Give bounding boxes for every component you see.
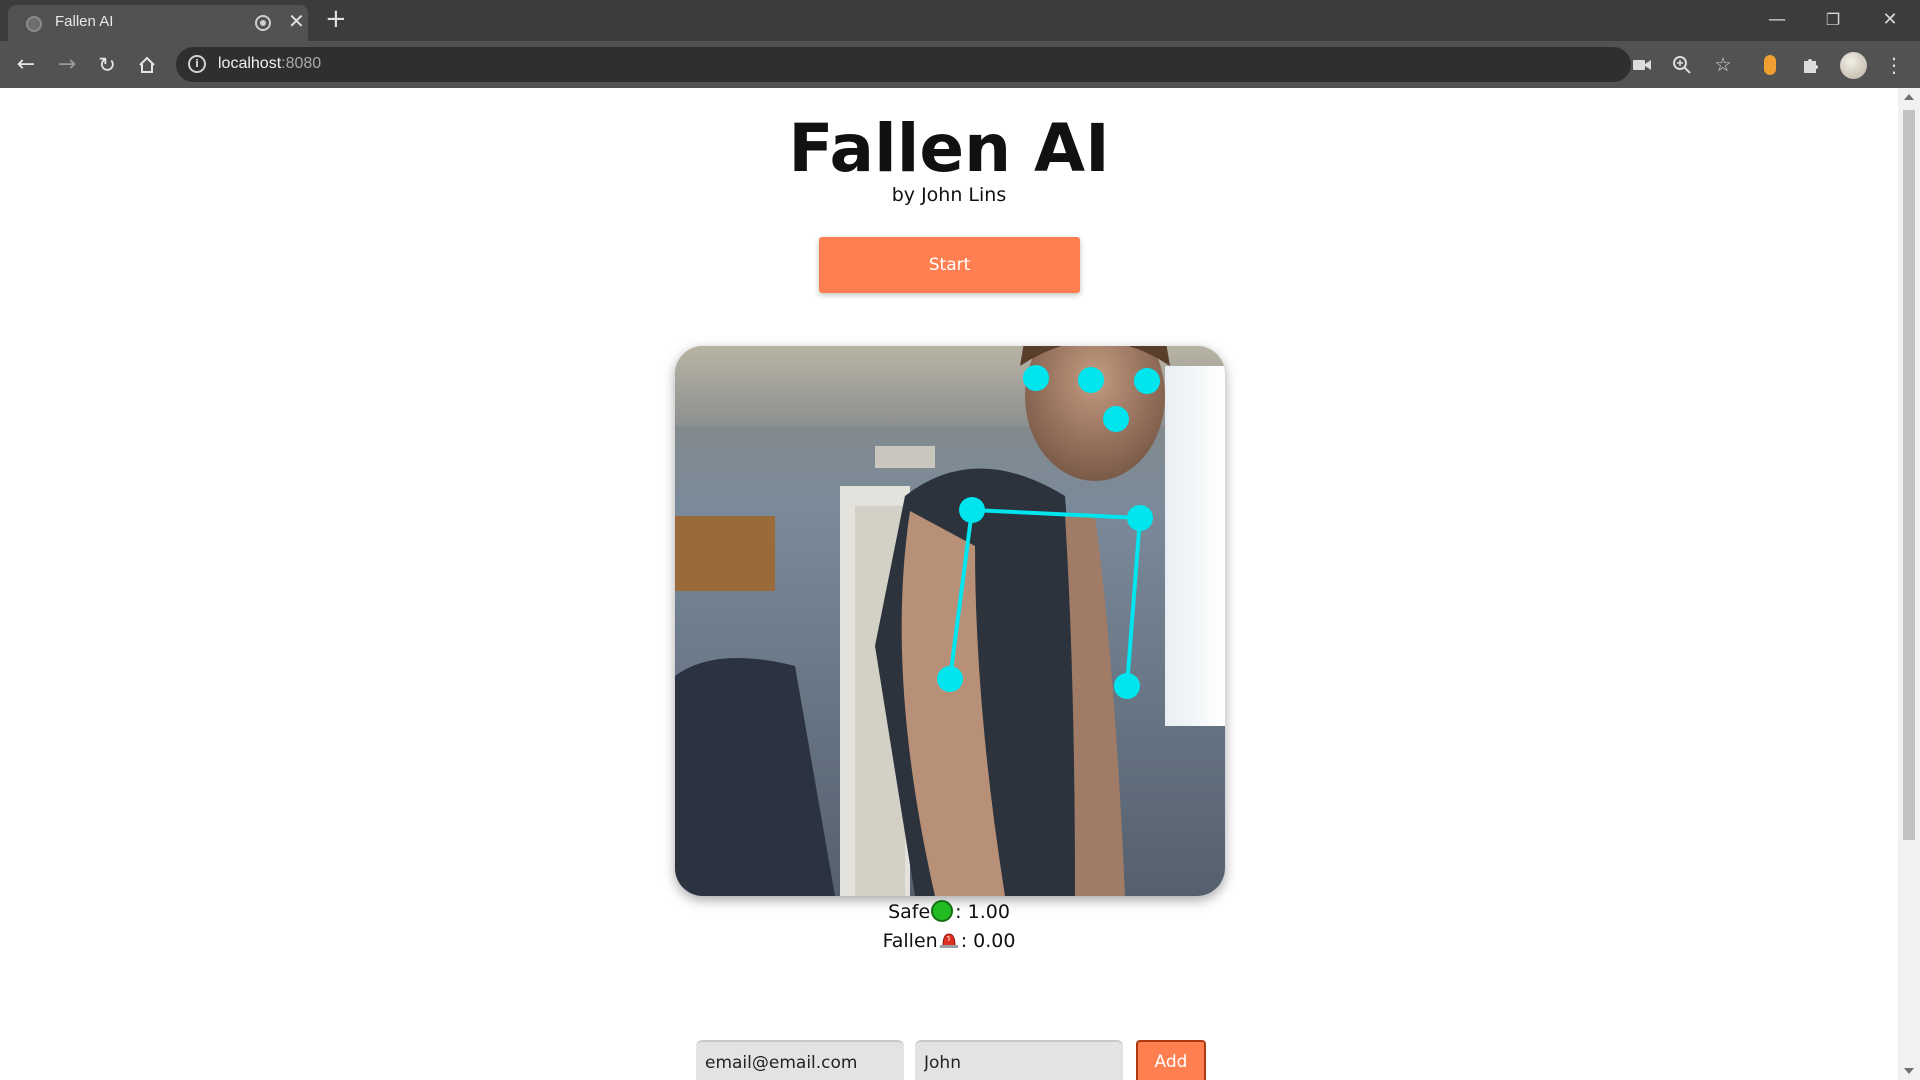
globe-icon — [26, 16, 42, 32]
browser-tab[interactable]: Fallen AI ✕ — [8, 5, 308, 41]
keypoint-left-elbow — [1114, 673, 1140, 699]
keypoint-left-shoulder — [1127, 505, 1153, 531]
address-bar[interactable]: i localhost:8080 — [176, 47, 1631, 82]
name-field[interactable] — [915, 1040, 1123, 1080]
kebab-menu-icon[interactable]: ⋮ — [1880, 51, 1908, 79]
home-icon[interactable] — [131, 49, 163, 81]
scrollbar-thumb[interactable] — [1903, 110, 1915, 840]
info-icon[interactable]: i — [188, 55, 206, 73]
tab-strip: Fallen AI ✕ + — ❐ ✕ — [0, 0, 1920, 41]
keypoint-nose-top — [1078, 367, 1104, 393]
extension-icon[interactable] — [1764, 55, 1776, 75]
restore-button[interactable]: ❐ — [1813, 4, 1853, 36]
email-field[interactable] — [696, 1040, 904, 1080]
keypoint-right-eye — [1023, 365, 1049, 391]
camera-icon[interactable] — [1628, 51, 1656, 79]
webcam-feed — [675, 346, 1225, 896]
scroll-down-arrow-icon[interactable] — [1904, 1068, 1914, 1074]
safe-value: : 1.00 — [955, 901, 1010, 923]
vent — [875, 446, 935, 468]
fallen-label: Fallen — [882, 930, 938, 952]
puzzle-icon[interactable] — [1797, 51, 1825, 79]
safe-label: Safe — [888, 901, 931, 923]
reload-icon[interactable]: ↻ — [91, 49, 123, 81]
fallen-value: : 0.00 — [960, 930, 1016, 952]
page-scrollbar[interactable] — [1898, 88, 1920, 1080]
minimize-button[interactable]: — — [1757, 4, 1797, 36]
star-icon[interactable]: ☆ — [1709, 51, 1737, 79]
keypoint-right-elbow — [937, 666, 963, 692]
add-button[interactable]: Add — [1136, 1040, 1206, 1080]
safe-score: Safe : 1.00 — [0, 900, 1898, 923]
close-tab-icon[interactable]: ✕ — [288, 9, 305, 33]
fallen-score: Fallen : 0.00 — [0, 930, 1898, 952]
keypoint-right-shoulder — [959, 497, 985, 523]
forward-arrow-icon[interactable]: → — [51, 49, 83, 81]
browser-toolbar: ← → ↻ i localhost:8080 ☆ ⋮ — [0, 41, 1920, 88]
pose-canvas — [675, 346, 1225, 896]
window — [1165, 366, 1225, 726]
keypoint-nose — [1103, 406, 1129, 432]
close-window-button[interactable]: ✕ — [1870, 4, 1910, 36]
tab-title: Fallen AI — [55, 13, 114, 30]
avatar[interactable] — [1840, 52, 1867, 79]
url-text: localhost:8080 — [218, 55, 322, 72]
wall-picture — [675, 516, 775, 591]
keypoint-left-eye — [1134, 368, 1160, 394]
page-title: Fallen AI — [788, 110, 1110, 187]
new-tab-button[interactable]: + — [325, 4, 347, 34]
page-subtitle: by John Lins — [891, 184, 1007, 206]
contact-form: Add — [0, 1040, 1898, 1080]
page-viewport: Fallen AI by John Lins Start Safe: 1.00… — [0, 88, 1898, 1080]
siren-icon — [939, 933, 958, 948]
green-circle-icon — [931, 900, 954, 922]
recording-icon — [255, 15, 271, 31]
back-arrow-icon[interactable]: ← — [10, 49, 42, 81]
zoom-icon[interactable] — [1668, 51, 1696, 79]
start-button[interactable]: Start — [819, 237, 1080, 293]
scroll-up-arrow-icon[interactable] — [1904, 94, 1914, 100]
